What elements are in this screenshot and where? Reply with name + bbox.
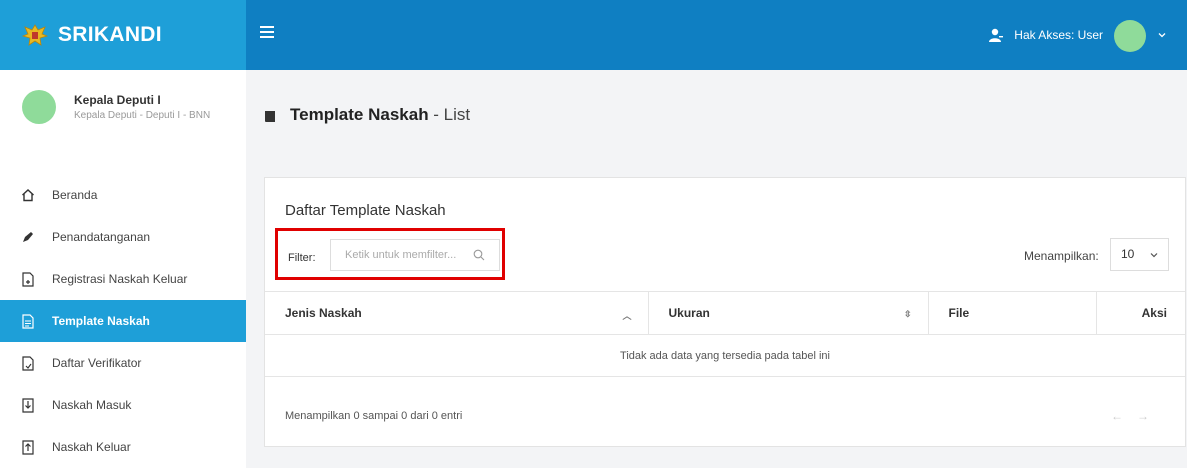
sidebar-item-naskah-keluar[interactable]: Naskah Keluar — [0, 426, 246, 468]
pen-icon — [20, 229, 36, 245]
chevron-down-icon — [1150, 253, 1158, 258]
filter-input[interactable]: Ketik untuk memfilter... — [330, 239, 500, 271]
topbar: Hak Akses: User — [246, 0, 1187, 70]
home-icon — [20, 187, 36, 203]
column-label: Jenis Naskah — [285, 306, 362, 320]
sort-asc-icon: ︿ — [622, 311, 632, 321]
garuda-logo-icon — [22, 24, 48, 46]
sidebar-item-label: Template Naskah — [52, 314, 150, 328]
sidebar-item-label: Naskah Keluar — [52, 440, 131, 454]
access-label: Hak Akses: User — [1014, 28, 1103, 42]
empty-table-message: Tidak ada data yang tersedia pada tabel … — [265, 334, 1185, 377]
page-title-sub: - List — [428, 105, 471, 124]
chevron-down-icon[interactable] — [1157, 30, 1167, 40]
page-size-label: Menampilkan: — [1024, 249, 1099, 263]
table-header-row: Jenis Naskah ︿ Ukuran ⇳ File Aksi — [265, 291, 1185, 335]
sidebar-item-label: Beranda — [52, 188, 98, 202]
table-info: Menampilkan 0 sampai 0 dari 0 entri — [285, 410, 463, 422]
prev-page-button[interactable]: ← — [1111, 409, 1137, 423]
template-table: Jenis Naskah ︿ Ukuran ⇳ File Aksi Tidak … — [265, 291, 1185, 377]
sidebar-item-daftar-verifikator[interactable]: Daftar Verifikator — [0, 342, 246, 384]
pagination: ←→ — [1111, 409, 1163, 423]
sidebar-item-beranda[interactable]: Beranda — [0, 174, 246, 216]
file-text-icon — [20, 313, 36, 329]
sort-both-icon: ⇳ — [903, 309, 912, 319]
sidebar-item-registrasi-naskah-keluar[interactable]: Registrasi Naskah Keluar — [0, 258, 246, 300]
sidebar-item-label: Penandatanganan — [52, 230, 151, 244]
inbox-down-icon — [20, 397, 36, 413]
profile-role: Kepala Deputi - Deputi I - BNN — [74, 110, 211, 121]
page-title: Template Naskah - List — [290, 105, 470, 125]
sidebar-item-template-naskah[interactable]: Template Naskah — [0, 300, 246, 342]
page-size-select[interactable]: 10 — [1110, 238, 1169, 271]
sidebar-item-naskah-masuk[interactable]: Naskah Masuk — [0, 384, 246, 426]
sidebar-menu: Beranda Penandatanganan Registrasi Naska… — [0, 174, 246, 468]
menu-toggle-icon[interactable] — [260, 26, 274, 39]
table-row: Tidak ada data yang tersedia pada tabel … — [265, 334, 1185, 377]
search-icon — [473, 249, 485, 261]
sidebar-item-label: Daftar Verifikator — [52, 356, 142, 370]
next-page-button[interactable]: → — [1137, 409, 1163, 423]
book-icon — [265, 111, 275, 122]
sidebar-item-penandatanganan[interactable]: Penandatanganan — [0, 216, 246, 258]
column-label: Aksi — [1141, 306, 1167, 320]
user-key-icon — [989, 28, 1004, 42]
filter-placeholder: Ketik untuk memfilter... — [345, 249, 457, 261]
sidebar-item-label: Registrasi Naskah Keluar — [52, 272, 188, 286]
page-title-main: Template Naskah — [290, 105, 429, 124]
column-header-ukuran[interactable]: Ukuran ⇳ — [647, 291, 928, 335]
brand-name: SRIKANDI — [58, 23, 162, 46]
profile-name: Kepala Deputi I — [74, 93, 161, 107]
template-list-panel: Daftar Template Naskah Filter: Ketik unt… — [264, 177, 1186, 447]
filter-label: Filter: — [288, 252, 316, 264]
column-header-file: File — [927, 291, 1096, 335]
user-profile: Kepala Deputi I Kepala Deputi - Deputi I… — [22, 90, 210, 124]
user-avatar[interactable] — [1114, 20, 1146, 52]
outbox-up-icon — [20, 439, 36, 455]
avatar — [22, 90, 56, 124]
sidebar-item-label: Naskah Masuk — [52, 398, 132, 412]
access-indicator[interactable]: Hak Akses: User — [988, 28, 1103, 42]
page-size-value: 10 — [1121, 247, 1135, 261]
column-label: File — [948, 306, 970, 320]
sidebar: Kepala Deputi I Kepala Deputi - Deputi I… — [0, 70, 246, 468]
file-plus-icon — [20, 271, 36, 287]
panel-title: Daftar Template Naskah — [285, 202, 446, 219]
file-check-icon — [20, 355, 36, 371]
brand[interactable]: SRIKANDI — [0, 0, 246, 70]
column-header-aksi: Aksi — [1095, 291, 1185, 335]
column-header-jenis-naskah[interactable]: Jenis Naskah ︿ — [265, 291, 648, 335]
page-header: Template Naskah - List — [246, 70, 1187, 160]
filter-highlight: Filter: Ketik untuk memfilter... — [275, 228, 505, 280]
column-label: Ukuran — [668, 306, 710, 320]
